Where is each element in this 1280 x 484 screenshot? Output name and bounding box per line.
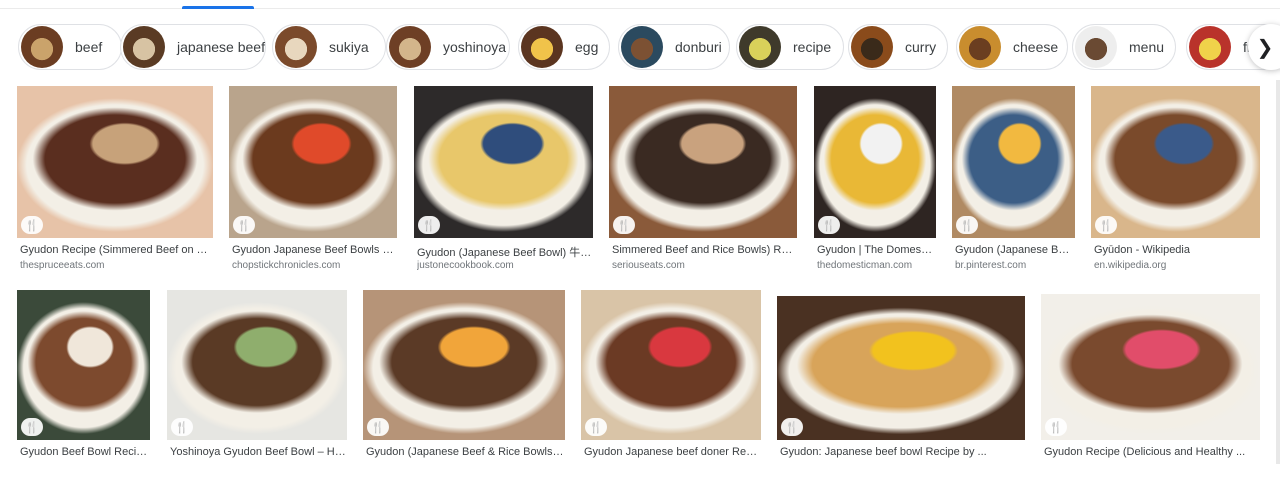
chip-label: menu [1129, 39, 1165, 55]
fork-knife-icon: 🍴 [21, 418, 43, 436]
chip-yoshinoya[interactable]: yoshinoya [386, 24, 510, 70]
chip-donburi[interactable]: donburi [618, 24, 730, 70]
chip-thumbnail [521, 26, 563, 68]
result-thumbnail[interactable]: 🍴 [363, 290, 565, 440]
result-thumbnail[interactable]: 🍴 [952, 86, 1075, 238]
result-source: en.wikipedia.org [1094, 260, 1167, 271]
result-title[interactable]: Gyudon Japanese Beef Bowls | C... [232, 244, 396, 256]
result-thumbnail[interactable]: 🍴 [609, 86, 797, 238]
chip-cheese[interactable]: cheese [956, 24, 1068, 70]
result-thumbnail[interactable]: 🍴 [229, 86, 397, 238]
image-result[interactable]: 🍴 Gyudon Recipe (Simmered Beef on Top ...… [17, 86, 213, 282]
chip-label: yoshinoya [443, 39, 507, 55]
chip-curry[interactable]: curry [848, 24, 948, 70]
image-result[interactable]: 🍴 Gyudon (Japanese Bee... br.pinterest.com [952, 86, 1075, 282]
result-thumbnail[interactable]: 🍴 [1091, 86, 1260, 238]
image-result[interactable]: 🍴 Gyudon: Japanese beef bowl Recipe by ..… [777, 296, 1025, 484]
chip-thumbnail [123, 26, 165, 68]
result-source: justonecookbook.com [417, 260, 514, 271]
chip-label: sukiya [329, 39, 369, 55]
result-source: chopstickchronicles.com [232, 260, 341, 271]
image-result[interactable]: 🍴 Gyudon (Japanese Beef & Rice Bowls ... [363, 290, 565, 484]
fork-knife-icon: 🍴 [585, 418, 607, 436]
result-thumbnail[interactable]: 🍴 [814, 86, 936, 238]
image-result[interactable]: 🍴 Gyudon (Japanese Beef Bowl) 牛丼... juston… [414, 86, 593, 282]
result-title[interactable]: Gyudon Recipe (Simmered Beef on Top ... [20, 244, 212, 256]
result-thumbnail[interactable]: 🍴 [17, 290, 150, 440]
fork-knife-icon: 🍴 [1095, 216, 1117, 234]
fork-knife-icon: 🍴 [613, 216, 635, 234]
chip-recipe[interactable]: recipe [736, 24, 844, 70]
chip-thumbnail [739, 26, 781, 68]
image-result[interactable]: 🍴 Gyūdon - Wikipedia en.wikipedia.org [1091, 86, 1260, 282]
fork-knife-icon: 🍴 [1045, 418, 1067, 436]
chip-thumbnail [1075, 26, 1117, 68]
result-title[interactable]: Gyudon Japanese beef doner Recip... [584, 446, 760, 458]
chip-beef[interactable]: beef [18, 24, 122, 70]
fork-knife-icon: 🍴 [418, 216, 440, 234]
result-title[interactable]: Simmered Beef and Rice Bowls) Reci... [612, 244, 796, 256]
result-title[interactable]: Yoshinoya Gyudon Beef Bowl – Hun... [170, 446, 346, 458]
chip-menu[interactable]: menu [1072, 24, 1176, 70]
chip-label: egg [575, 39, 599, 55]
chip-label: donburi [675, 39, 722, 55]
image-result[interactable]: 🍴 Gyudon Beef Bowl Recipe ... [17, 290, 150, 484]
image-result[interactable]: 🍴 Gyudon Japanese Beef Bowls | C... chopst… [229, 86, 397, 282]
chip-thumbnail [959, 26, 1001, 68]
image-result[interactable]: 🍴 Yoshinoya Gyudon Beef Bowl – Hun... [167, 290, 347, 484]
fork-knife-icon: 🍴 [171, 418, 193, 436]
chip-label: japanese beef [177, 39, 265, 55]
chip-thumbnail [21, 26, 63, 68]
result-title[interactable]: Gyudon (Japanese Beef Bowl) 牛丼... [417, 244, 592, 260]
chip-thumbnail [1189, 26, 1231, 68]
image-result[interactable]: 🍴 Simmered Beef and Rice Bowls) Reci... se… [609, 86, 797, 282]
chip-label: curry [905, 39, 937, 55]
chip-thumbnail [851, 26, 893, 68]
result-source: thedomesticman.com [817, 260, 913, 271]
active-tab-indicator [182, 6, 254, 9]
result-title[interactable]: Gyudon (Japanese Bee... [955, 244, 1074, 256]
chip-label: cheese [1013, 39, 1059, 55]
result-thumbnail[interactable]: 🍴 [1041, 294, 1260, 440]
image-result[interactable]: 🍴 Gyudon Japanese beef doner Recip... [581, 290, 761, 484]
chip-label: recipe [793, 39, 832, 55]
result-title[interactable]: Gyudon | The Domestic... [817, 244, 935, 256]
chip-thumbnail [275, 26, 317, 68]
fork-knife-icon: 🍴 [956, 216, 978, 234]
result-thumbnail[interactable]: 🍴 [581, 290, 761, 440]
result-thumbnail[interactable]: 🍴 [414, 86, 593, 238]
related-search-chips: beef japanese beef sukiya yoshinoya egg donbu… [0, 24, 1280, 72]
image-result[interactable]: 🍴 Gyudon Recipe (Delicious and Healthy ..… [1041, 294, 1260, 484]
result-title[interactable]: Gyudon Beef Bowl Recipe ... [20, 446, 149, 458]
result-title[interactable]: Gyudon (Japanese Beef & Rice Bowls ... [366, 446, 564, 458]
result-title[interactable]: Gyudon: Japanese beef bowl Recipe by ... [780, 446, 1024, 458]
chip-japanese-beef[interactable]: japanese beef [120, 24, 266, 70]
chip-thumbnail [389, 26, 431, 68]
result-thumbnail[interactable]: 🍴 [17, 86, 213, 238]
result-source: br.pinterest.com [955, 260, 1027, 271]
fork-knife-icon: 🍴 [233, 216, 255, 234]
image-result[interactable]: 🍴 Gyudon | The Domestic... thedomesticman.… [814, 86, 936, 282]
chip-egg[interactable]: egg [518, 24, 610, 70]
result-source: thespruceeats.com [20, 260, 105, 271]
chip-thumbnail [621, 26, 663, 68]
chip-sukiya[interactable]: sukiya [272, 24, 386, 70]
fork-knife-icon: 🍴 [21, 216, 43, 234]
fork-knife-icon: 🍴 [367, 418, 389, 436]
fork-knife-icon: 🍴 [781, 418, 803, 436]
scrollbar[interactable] [1276, 80, 1280, 464]
result-source: seriouseats.com [612, 260, 685, 271]
fork-knife-icon: 🍴 [818, 216, 840, 234]
chip-label: beef [75, 39, 103, 55]
result-thumbnail[interactable]: 🍴 [167, 290, 347, 440]
result-title[interactable]: Gyudon Recipe (Delicious and Healthy ... [1044, 446, 1259, 458]
result-title[interactable]: Gyūdon - Wikipedia [1094, 244, 1259, 256]
chevron-right-icon: ❯ [1256, 36, 1274, 59]
result-thumbnail[interactable]: 🍴 [777, 296, 1025, 440]
